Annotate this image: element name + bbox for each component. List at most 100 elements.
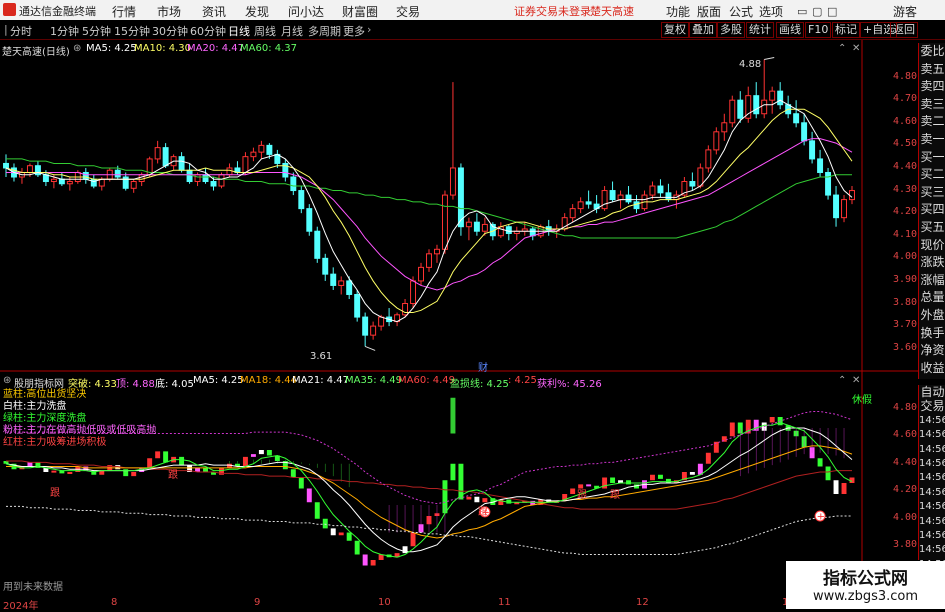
menu-function[interactable]: 功能 [666,3,690,20]
btn-mark[interactable]: 标记 [832,22,860,38]
app-title: 通达信金融终端 [19,5,96,18]
quote-label-0: 委比 [920,44,945,58]
ind-bar-31 [250,454,256,457]
candle-body-79 [633,201,640,210]
ind-bar-32 [258,450,264,455]
ind-bar-105 [841,483,847,494]
candle-body-86 [689,181,696,187]
menu-quotes[interactable]: 行情 [112,3,136,20]
close-panel-icon[interactable]: ✕ [852,43,860,54]
ind-bar-83 [665,478,671,483]
tab-period-more[interactable]: 更多 [343,23,365,39]
chevron-up-icon[interactable]: ⌃ [838,43,846,54]
indicator-settings-icon[interactable]: ⊛ [3,375,11,386]
ind-top: 顶: 4.88 [116,379,155,390]
tab-period-multi[interactable]: 多周期 [308,23,341,39]
chart-canvas[interactable]: + + [0,40,918,597]
candle-body-5 [42,174,49,183]
toolbar-handle-icon[interactable]: | [4,23,8,36]
btn-overlay[interactable]: 叠加 [689,22,717,38]
menu-formula[interactable]: 公式 [729,3,753,20]
ind-bar-73 [586,484,592,487]
menu-ask[interactable]: 问小达 [288,3,324,20]
btn-draw[interactable]: 画线 [776,22,804,38]
candle-body-105 [841,199,847,219]
ind-bar-59 [474,496,480,503]
quote-label-1: 卖五 [920,61,945,76]
btn-adjust[interactable]: 复权 [661,22,689,38]
guest-label[interactable]: 游客 [893,3,917,20]
tab-period-15min[interactable]: 15分钟 [114,23,150,39]
trade-label-0: 自动 [920,385,945,399]
chart-settings-icon[interactable]: ⊛ [73,43,81,54]
menu-discover[interactable]: 发现 [245,3,269,20]
menu-trade[interactable]: 交易 [396,3,420,20]
candle-body-106 [849,190,855,201]
menu-layout[interactable]: 版面 [697,3,721,20]
ind-bar-72 [578,484,584,489]
ind-bar-43 [346,532,352,541]
ma10-line [5,108,853,314]
legend-white-bar: 白柱:主力洗盘 [3,401,67,412]
login-alert[interactable]: 证券交易未登录 [514,3,591,19]
legend-red-bar: 红柱:主力吸筹进场积极 [3,437,107,448]
tab-period-week[interactable]: 周线 [254,23,276,39]
btn-f10[interactable]: F10 [805,22,832,38]
tab-period-month[interactable]: 月线 [281,23,303,39]
ind-chevron-up-icon[interactable]: ⌃ [838,375,846,386]
maximize-icon[interactable]: □ [827,5,837,18]
candle-body-90 [721,122,728,133]
price-tick-6: 4.20 [893,206,918,218]
candle-body-22 [178,156,185,171]
ind-bar-3 [27,462,33,467]
follow-label-1: 跟 [168,470,178,481]
ind-bar-44 [354,540,360,555]
ind-tick-3: 4.20 [893,484,918,496]
menu-market[interactable]: 市场 [157,3,181,20]
tab-period-30min[interactable]: 30分钟 [152,23,188,39]
rest-label: 休假 [852,395,872,406]
low-pointer [364,345,376,351]
menu-news[interactable]: 资讯 [202,3,226,20]
legend-blue-bar: 蓝柱:高位出货坚决 [3,389,87,400]
ind-bar-39 [314,502,320,519]
more-chevron-icon[interactable]: › [367,23,371,36]
ind-profit-pct: 获利%: 45.26 [537,379,602,390]
candle-body-44 [354,293,361,318]
candle-body-46 [370,325,377,336]
ind-bar-16 [131,472,137,477]
candle-body-97 [777,90,784,106]
candle-body-82 [657,185,664,194]
btn-multi-stock[interactable]: 多股 [717,22,745,38]
candle-body-25 [202,174,209,183]
candle-body-55 [441,194,448,250]
ind-bar-20 [163,451,169,463]
price-tick-8: 4.00 [893,251,918,263]
ind-close-icon[interactable]: ✕ [852,375,860,386]
ind-bar-91 [729,422,735,437]
quote-label-6: 买一 [920,149,945,164]
candle-body-100 [801,122,808,142]
x-tick-oct: 10 [378,597,391,608]
ma60-line [6,158,852,239]
minimize-icon[interactable]: ▭ [797,5,807,18]
stock-title: 楚天高速 [590,5,634,18]
btn-stats[interactable]: 统计 [746,22,774,38]
menu-options[interactable]: 选项 [759,3,783,20]
candle-body-83 [665,192,672,201]
trade-label-3: 14:56 [919,429,945,441]
ind-bar-58 [466,496,472,500]
tab-period-60min[interactable]: 60分钟 [190,23,226,39]
finance-marker[interactable]: 财 [478,359,488,374]
btn-back[interactable]: 返回 [890,22,918,38]
candle-body-19 [154,147,161,160]
tab-period-5min[interactable]: 5分钟 [82,23,111,39]
menu-wealth[interactable]: 财富圈 [342,3,378,20]
quote-label-12: 涨跌 [920,255,945,270]
tab-period-1min[interactable]: 1分钟 [50,23,79,39]
quote-label-17: 净资 [920,343,945,358]
tab-period-day[interactable]: 日线 [228,23,250,39]
tab-period-time[interactable]: 分时 [10,23,32,39]
indicator-name: 股朋指标网 [14,379,64,390]
restore-icon[interactable]: ▢ [812,5,822,18]
